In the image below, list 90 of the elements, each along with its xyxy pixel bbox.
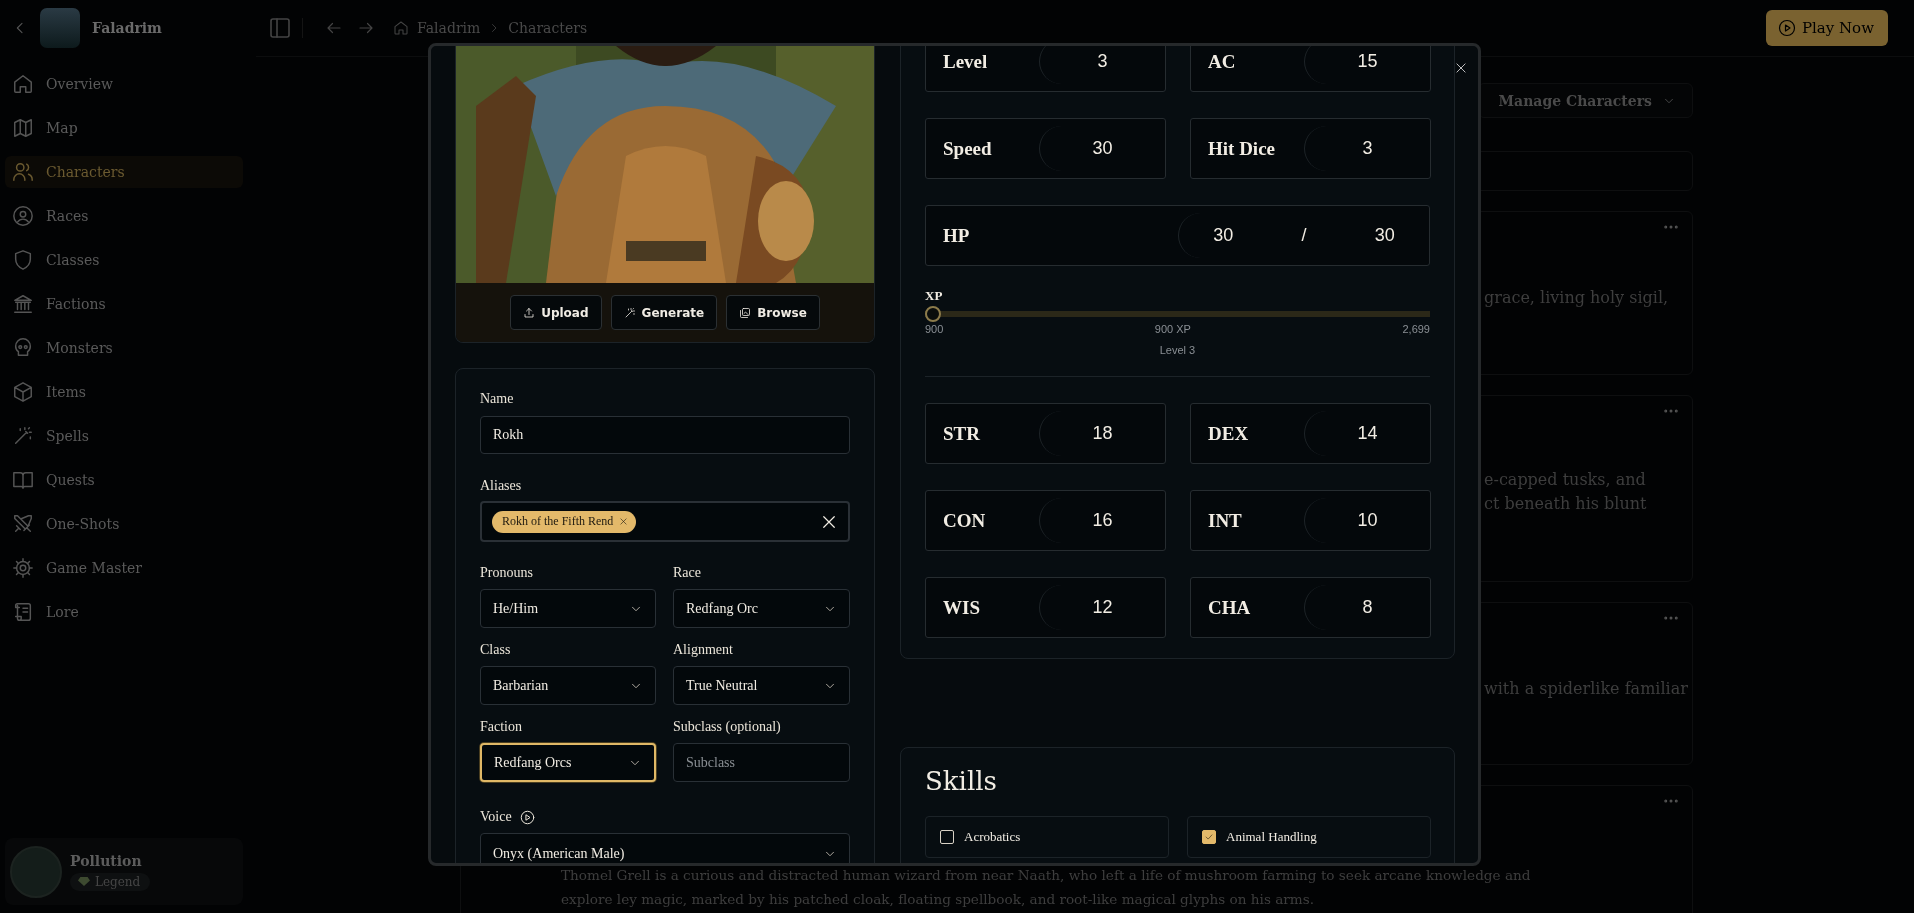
user-name: Pollution [70,852,143,869]
settings-icon [12,557,34,579]
field-label: Alignment [673,641,734,659]
xp-min: 900 [925,323,944,335]
home-icon [12,73,34,95]
stat-value-field[interactable]: 14 [1304,411,1430,456]
alias-chip[interactable]: Rokh of the Fifth Rend [492,510,637,533]
field-label: Class [480,641,512,659]
stat-label: STR [943,422,981,445]
stat-label: Speed [943,137,993,160]
character-description: with a spiderlike familiar [1484,678,1689,700]
aliases-field[interactable]: Rokh of the Fifth Rend [480,501,850,542]
character-description: Thomel Grell is a curious and distracted human wizard from near Naath, who left a life of mushroom farming to seek arcane knowledge and explore ley magic, marked by his patched cloak, floating spellbook, and root-like magical glyphs on his arms. [561,866,1532,909]
xp-reading: 900 XP [1154,323,1191,335]
stat-label: DEX [1208,422,1250,445]
character-description: e-capped tusks, and ct beneath his blunt [1484,469,1648,515]
users-icon [12,161,34,183]
stat-label: WIS [943,596,981,619]
dropdown[interactable]: Redfang Orcs [480,743,656,782]
stat-value-field[interactable]: 3 [1039,46,1165,84]
map-icon [12,117,34,139]
gem-icon [78,877,90,886]
name-field[interactable]: Rokh [480,416,850,454]
stat-value-field[interactable]: 12 [1039,585,1165,630]
input-field[interactable]: Subclass [673,743,850,782]
stat-value-field[interactable]: 18 [1039,411,1165,456]
play-now-button[interactable]: Play Now [1765,10,1888,46]
field-label: Name [480,390,515,408]
field-label: Aliases [480,477,523,495]
image-action-button[interactable]: Generate [610,295,718,330]
stat-value-field[interactable]: 15 [1304,46,1430,84]
dropdown[interactable]: True Neutral [673,666,850,705]
slider-thumb[interactable] [925,306,941,322]
scroll-icon [12,601,34,623]
field-label: Race [673,564,702,582]
images-icon [739,306,752,319]
magic-wand-icon [12,425,34,447]
dropdown[interactable]: Onyx (American Male) [480,833,850,863]
user-circle-icon [12,205,34,227]
avatar [10,845,62,898]
image-action-button[interactable]: Browse [726,295,820,330]
play-icon [1777,19,1796,37]
skill-item[interactable]: Acrobatics [925,816,1169,858]
stat-label: Hit Dice [1208,137,1276,160]
upload-icon [523,306,536,319]
dropdown[interactable]: He/Him [480,589,656,628]
crossed-swords-icon [12,513,34,535]
field-label: Subclass (optional) [673,718,782,736]
stat-label: CHA [1208,596,1252,619]
checkbox[interactable] [1202,830,1216,844]
skull-icon [12,337,34,359]
close-icon [1454,61,1468,75]
field-label: Voice [480,807,850,827]
level-caption: Level 3 [1158,344,1197,356]
stat-value-field[interactable]: 30 [1039,126,1165,171]
skill-item[interactable]: Animal Handling [1187,816,1431,858]
play-icon[interactable] [519,809,535,825]
stat-value-field[interactable]: 3 [1304,126,1430,171]
sidebar-toggle-icon[interactable] [268,16,292,40]
remove-chip-button[interactable] [619,517,629,526]
stat-label: Level [943,50,989,73]
xp-max: 2,699 [1402,323,1430,335]
home-icon[interactable] [393,20,409,36]
field-label: Pronouns [480,564,534,582]
stat-value-field[interactable]: 30 / 30 [1178,213,1429,258]
stat-label: CON [943,509,987,532]
book-icon [12,469,34,491]
character-description: grace, living holy sigil, [1484,287,1670,309]
stat-value-field[interactable]: 10 [1304,498,1430,543]
app-logo[interactable] [40,7,80,48]
image-action-button[interactable]: Upload [510,295,602,330]
stat-value-field[interactable]: 16 [1039,498,1165,543]
check-icon [1204,832,1214,842]
stat-value-field[interactable]: 8 [1304,585,1430,630]
dropdown[interactable]: Redfang Orc [673,589,850,628]
shield-icon [12,249,34,271]
close-icon [619,517,629,526]
bank-building-icon [12,293,34,315]
app-name: Faladrim [92,19,162,36]
checkbox[interactable] [940,830,954,844]
cube-icon [12,381,34,403]
field-label: Faction [480,718,523,736]
xp-label: XP [925,288,944,304]
rank-badge: Legend [70,872,151,891]
magic-wand-icon [623,306,636,319]
dropdown[interactable]: Barbarian [480,666,656,705]
stat-label: AC [1208,50,1237,73]
section-title: Skills [925,766,998,796]
stat-label: HP [943,224,971,247]
stat-label: INT [1208,509,1243,532]
